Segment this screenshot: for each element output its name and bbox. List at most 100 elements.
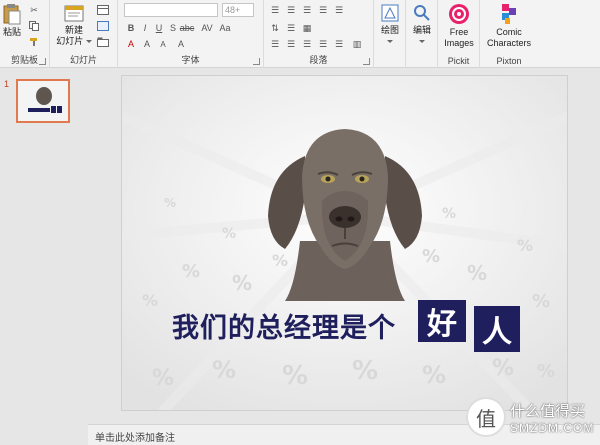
percent-decoration: % [352, 356, 379, 386]
pickit-group: Free Images Pickit [438, 0, 480, 68]
comic-characters-label-2: Characters [486, 38, 531, 48]
bullets-icon[interactable]: ☰ [268, 4, 282, 16]
italic-icon[interactable]: I [138, 22, 152, 34]
pixton-icon [502, 4, 516, 24]
chevron-down-icon [85, 40, 92, 44]
section-icon[interactable] [96, 36, 110, 48]
paragraph-launcher-icon[interactable] [363, 58, 370, 65]
font-name-field[interactable] [124, 3, 218, 17]
pixton-group: Comic Characters Pixton [480, 0, 538, 68]
percent-decoration: % [222, 226, 237, 242]
free-images-label-2: Images [444, 38, 474, 48]
distributed-icon[interactable]: ☰ [332, 38, 346, 50]
align-center-icon[interactable]: ☰ [284, 38, 298, 50]
slide-thumbnail-pane: 1 [0, 69, 88, 424]
percent-decoration: % [442, 206, 457, 222]
paragraph-group: ☰ ☰ ☰ ☰ ☰ ⇅ ☰ ▦ ☰ ☰ ☰ ☰ ☰ ▥ 段落 [264, 0, 374, 68]
percent-decoration: % [282, 361, 309, 391]
slide-headline[interactable]: 我们的总经理是个 [172, 306, 396, 345]
percent-decoration: % [142, 291, 159, 310]
free-images-button[interactable]: Free Images [439, 3, 479, 49]
decrease-indent-icon[interactable]: ☰ [300, 4, 314, 16]
drawing-button[interactable]: 绘图 [376, 3, 404, 47]
comic-characters-label-1: Comic [496, 27, 522, 37]
search-icon [414, 5, 430, 21]
font-launcher-icon[interactable] [253, 58, 260, 65]
justify-icon[interactable]: ☰ [316, 38, 330, 50]
decrease-font-icon[interactable]: A [156, 38, 170, 50]
ribbon: 粘贴 ✂ 剪贴板 新建 幻灯片 幻灯片 48+ B I U S abc AV A… [0, 0, 600, 68]
percent-decoration: % [164, 196, 177, 210]
percent-decoration: % [212, 356, 237, 384]
slide-editor: % % % % % % % % % % % % % % % % % % 我们的总… [88, 69, 600, 424]
comic-characters-button[interactable]: Comic Characters [482, 3, 536, 49]
font-size-field[interactable]: 48+ [222, 3, 254, 17]
slide-thumbnail[interactable] [16, 79, 70, 123]
smzdm-watermark: 值 什么值得买 SMZDM.COM [466, 397, 594, 441]
shapes-icon [381, 4, 399, 22]
line-spacing-icon[interactable]: ☰ [332, 4, 346, 16]
increase-indent-icon[interactable]: ☰ [316, 4, 330, 16]
change-case-icon[interactable]: Aa [218, 22, 232, 34]
increase-font-icon[interactable]: A [140, 38, 154, 50]
strikethrough-icon[interactable]: abc [180, 22, 195, 34]
slide-number: 1 [4, 79, 10, 89]
percent-decoration: % [517, 236, 534, 255]
editing-label: 编辑 [412, 25, 431, 35]
free-images-label-1: Free [449, 27, 469, 37]
percent-decoration: % [537, 361, 556, 382]
dog-image[interactable] [260, 121, 430, 301]
smzdm-logo-icon: 值 [466, 397, 506, 437]
editing-group: 编辑 [406, 0, 438, 68]
align-text-icon[interactable]: ☰ [284, 22, 298, 34]
headline-highlight-1[interactable]: 好 [418, 300, 466, 342]
pickit-icon [449, 4, 469, 24]
percent-decoration: % [422, 361, 447, 389]
drawing-group: 绘图 [374, 0, 406, 68]
clipboard-launcher-icon[interactable] [39, 58, 46, 65]
char-spacing-icon[interactable]: AV [200, 22, 214, 34]
columns-icon[interactable]: ▥ [350, 38, 364, 50]
align-left-icon[interactable]: ☰ [268, 38, 282, 50]
clear-format-icon[interactable]: A [174, 38, 188, 50]
smartart-icon[interactable]: ▦ [300, 22, 314, 34]
percent-decoration: % [532, 291, 551, 312]
clipboard-group: 粘贴 ✂ 剪贴板 [0, 0, 50, 68]
paste-button[interactable]: 粘贴 [2, 3, 22, 38]
numbering-icon[interactable]: ☰ [284, 4, 298, 16]
watermark-line2: SMZDM.COM [510, 421, 595, 435]
new-slide-label-2: 幻灯片 [56, 36, 84, 46]
slide-canvas[interactable]: % % % % % % % % % % % % % % % % % % 我们的总… [121, 75, 568, 411]
align-right-icon[interactable]: ☰ [300, 38, 314, 50]
slides-group: 新建 幻灯片 幻灯片 [50, 0, 118, 68]
font-group-label: 字体 [181, 55, 200, 65]
layout-icon[interactable] [96, 4, 110, 16]
paragraph-group-label: 段落 [309, 55, 328, 65]
bold-icon[interactable]: B [124, 22, 138, 34]
format-painter-icon[interactable] [27, 36, 41, 48]
pixton-group-label: Pixton [496, 56, 522, 66]
editing-button[interactable]: 编辑 [408, 3, 436, 47]
text-direction-icon[interactable]: ⇅ [268, 22, 282, 34]
watermark-line1: 什么值得买 [510, 402, 586, 420]
font-group: 48+ B I U S abc AV Aa A A A A 字体 [118, 0, 264, 68]
underline-icon[interactable]: U [152, 22, 166, 34]
percent-decoration: % [232, 271, 253, 295]
percent-decoration: % [152, 366, 175, 391]
headline-highlight-2[interactable]: 人 [474, 306, 520, 352]
slides-group-label: 幻灯片 [69, 55, 97, 65]
chevron-down-icon [419, 40, 425, 44]
paste-icon [3, 4, 21, 25]
cut-icon[interactable]: ✂ [27, 4, 41, 16]
new-slide-button[interactable]: 新建 幻灯片 [56, 3, 92, 47]
percent-decoration: % [492, 356, 515, 381]
new-slide-icon [64, 5, 84, 22]
copy-icon[interactable] [27, 20, 41, 32]
shadow-icon[interactable]: S [166, 22, 180, 34]
font-color-icon[interactable]: A [124, 38, 138, 50]
percent-decoration: % [467, 261, 488, 285]
drawing-label: 绘图 [380, 25, 399, 35]
reset-icon[interactable] [96, 20, 110, 32]
paste-label: 粘贴 [2, 27, 21, 37]
new-slide-label-1: 新建 [64, 25, 83, 35]
